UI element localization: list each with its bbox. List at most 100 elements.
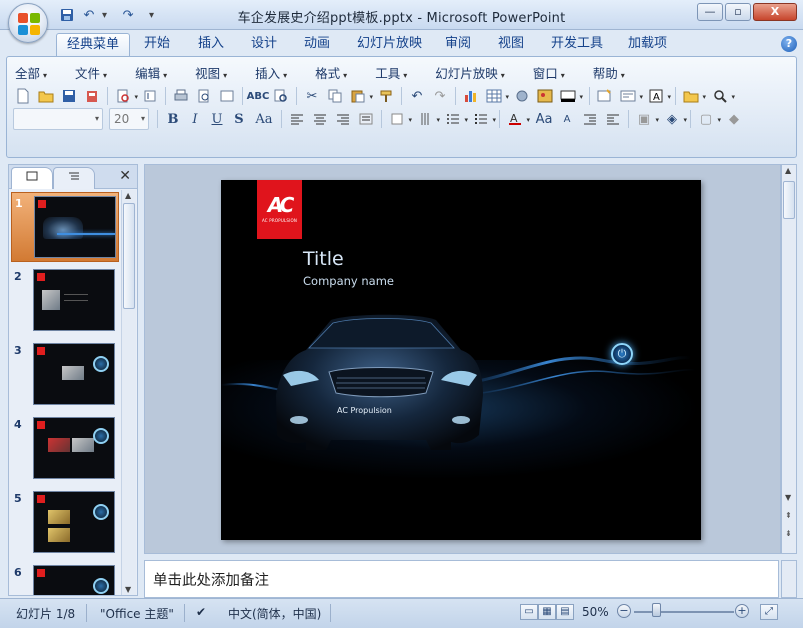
language-indicator[interactable]: 中文(简体，中国) [228, 605, 321, 622]
menu-edit[interactable]: 编辑 ▾ [135, 63, 167, 81]
thumbnail-scrollbar[interactable]: ▲ ▼ [121, 190, 136, 595]
zoom-slider-handle[interactable] [652, 603, 661, 617]
underline-button[interactable]: U [207, 109, 227, 129]
scroll-down-icon[interactable]: ▼ [785, 493, 791, 502]
scroll-down-icon[interactable]: ▼ [125, 585, 131, 594]
new-document-icon[interactable] [13, 86, 33, 106]
arrange-icon[interactable]: ▣ ▾ [634, 109, 659, 129]
font-name-combobox[interactable]: ▾ [13, 108, 103, 130]
shapes-icon[interactable]: ◈ ▾ [662, 109, 687, 129]
print-preview-icon[interactable]: ▾ [113, 86, 138, 106]
new-slide-icon[interactable] [595, 86, 615, 106]
tab-outline[interactable] [53, 167, 95, 189]
close-icon[interactable]: ✕ [119, 168, 131, 184]
color-fill-icon[interactable]: ▾ [558, 86, 583, 106]
thumbnail-slide-4[interactable]: 4 [11, 414, 119, 484]
thumbnail-slide-1[interactable]: 1 [11, 192, 119, 262]
help-icon[interactable]: ? [781, 36, 797, 52]
menu-all[interactable]: 全部 ▾ [15, 63, 47, 81]
format-painter-icon[interactable] [376, 86, 396, 106]
tab-design[interactable]: 设计 [241, 33, 287, 56]
close-button[interactable]: X [753, 3, 797, 21]
chart-icon[interactable] [461, 86, 481, 106]
tab-view[interactable]: 视图 [488, 33, 534, 56]
thumbnail-slide-3[interactable]: 3 [11, 340, 119, 410]
preview-icon[interactable] [194, 86, 214, 106]
notes-pane[interactable]: 单击此处添加备注 [144, 560, 779, 598]
menu-help[interactable]: 帮助 ▾ [593, 63, 625, 81]
menu-slideshow[interactable]: 幻灯片放映 ▾ [435, 63, 505, 81]
quick-styles-icon[interactable]: ▢ ▾ [696, 109, 721, 129]
print-icon[interactable] [171, 86, 191, 106]
main-slide[interactable]: AC AC PROPULSION Title Company name AC P… [221, 180, 701, 540]
tab-animation[interactable]: 动画 [294, 33, 340, 56]
grow-font-icon[interactable]: Aa [534, 109, 554, 129]
redo-icon[interactable]: ↷ [430, 86, 450, 106]
find-icon[interactable]: ▾ [710, 86, 735, 106]
scroll-up-icon[interactable]: ▲ [125, 191, 131, 200]
paste-icon[interactable]: ▾ [348, 86, 373, 106]
menu-insert[interactable]: 插入 ▾ [255, 63, 287, 81]
zoom-slider-track[interactable] [634, 611, 734, 613]
theme-name[interactable]: "Office 主题" [100, 605, 174, 622]
align-left-icon[interactable] [287, 109, 307, 129]
copy-icon[interactable] [325, 86, 345, 106]
normal-view-icon[interactable]: ▭ [520, 604, 538, 620]
spell-check-icon[interactable]: ✔ [196, 605, 206, 619]
menu-view[interactable]: 视图 ▾ [195, 63, 227, 81]
zoom-level[interactable]: 50% [582, 605, 609, 619]
research-icon[interactable] [271, 86, 291, 106]
tab-developer[interactable]: 开发工具 [541, 33, 613, 56]
office-button[interactable] [8, 3, 48, 43]
font-color-icon[interactable]: A ▾ [505, 109, 530, 129]
tab-classic-menu[interactable]: 经典菜单 [56, 33, 131, 56]
next-slide-icon[interactable]: ⇟ [785, 529, 792, 538]
bullets-icon[interactable]: ▾ [471, 109, 496, 129]
attach-icon[interactable] [140, 86, 160, 106]
notes-scrollbar[interactable] [781, 560, 797, 598]
shape-fill-icon[interactable]: ◆ [724, 109, 744, 129]
textbox-icon[interactable]: A ▾ [646, 86, 671, 106]
shapes-folder-icon[interactable]: ▾ [681, 86, 706, 106]
cut-icon[interactable]: ✂ [302, 86, 322, 106]
table-icon[interactable]: ▾ [484, 86, 509, 106]
slideshow-view-icon[interactable]: ▤ [556, 604, 574, 620]
previous-slide-icon[interactable]: ⇞ [785, 511, 792, 520]
italic-button[interactable]: I [185, 109, 205, 129]
fit-to-window-icon[interactable]: ⤢ [760, 604, 778, 620]
text-direction-icon[interactable]: ▾ [387, 109, 412, 129]
editor-scrollbar[interactable]: ▲ ▼ ⇞ ⇟ [781, 164, 797, 554]
minimize-button[interactable]: — [697, 3, 723, 21]
thumbnail-slide-5[interactable]: 5 [11, 488, 119, 558]
tab-slides[interactable] [11, 167, 53, 189]
tab-review[interactable]: 审阅 [435, 33, 481, 56]
numbering-icon[interactable]: ▾ [443, 109, 468, 129]
zoom-in-icon[interactable]: + [735, 604, 749, 618]
justify-icon[interactable] [356, 109, 376, 129]
permission-icon[interactable] [82, 86, 102, 106]
thumbnail-slide-2[interactable]: 2 [11, 266, 119, 336]
decrease-indent-icon[interactable] [580, 109, 600, 129]
undo-icon[interactable]: ↶ [407, 86, 427, 106]
increase-indent-icon[interactable] [603, 109, 623, 129]
scrollbar-thumb[interactable] [783, 181, 795, 219]
layout-options-icon[interactable]: ▾ [618, 86, 643, 106]
company-name[interactable]: Company name [303, 274, 394, 288]
align-right-icon[interactable] [333, 109, 353, 129]
menu-window[interactable]: 窗口 ▾ [533, 63, 565, 81]
scroll-up-icon[interactable]: ▲ [785, 166, 791, 175]
spelling-icon[interactable]: ABC [247, 86, 270, 106]
shrink-font-icon[interactable]: A [557, 109, 577, 129]
menu-format[interactable]: 格式 ▾ [315, 63, 347, 81]
tab-slideshow[interactable]: 幻灯片放映 [347, 33, 432, 56]
bold-button[interactable]: B [163, 109, 183, 129]
tab-home[interactable]: 开始 [134, 33, 180, 56]
tab-addins[interactable]: 加载项 [618, 33, 677, 56]
save-icon[interactable] [59, 86, 79, 106]
zoom-out-icon[interactable]: − [617, 604, 631, 618]
font-size-combobox[interactable]: 20 ▾ [109, 108, 149, 130]
maximize-button[interactable]: ▫ [725, 3, 751, 21]
slide-title[interactable]: Title [303, 248, 344, 270]
open-folder-icon[interactable] [36, 86, 56, 106]
clipart-icon[interactable] [512, 86, 532, 106]
